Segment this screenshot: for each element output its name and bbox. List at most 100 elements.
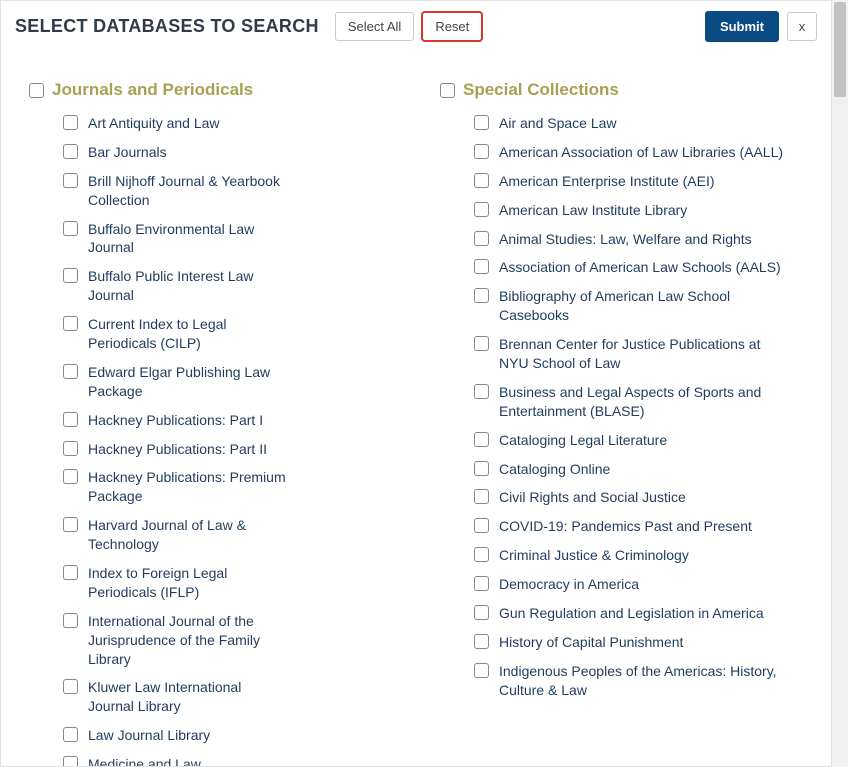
database-checkbox[interactable] bbox=[474, 288, 489, 303]
list-item: History of Capital Punishment bbox=[474, 633, 817, 652]
list-item: Medicine and Law bbox=[63, 755, 406, 767]
list-item: Hackney Publications: Part I bbox=[63, 411, 406, 430]
database-checkbox[interactable] bbox=[63, 115, 78, 130]
database-checkbox[interactable] bbox=[474, 489, 489, 504]
database-checkbox[interactable] bbox=[63, 679, 78, 694]
list-item: Edward Elgar Publishing Law Package bbox=[63, 363, 406, 401]
database-label[interactable]: Air and Space Law bbox=[499, 114, 617, 133]
database-label[interactable]: Democracy in America bbox=[499, 575, 639, 594]
dialog-title: SELECT DATABASES TO SEARCH bbox=[15, 16, 319, 37]
database-checkbox[interactable] bbox=[474, 461, 489, 476]
database-label[interactable]: American Law Institute Library bbox=[499, 201, 687, 220]
database-label[interactable]: Current Index to Legal Periodicals (CILP… bbox=[88, 315, 286, 353]
database-checkbox[interactable] bbox=[474, 384, 489, 399]
column-journals: Journals and Periodicals Art Antiquity a… bbox=[15, 80, 406, 767]
database-label[interactable]: Hackney Publications: Part I bbox=[88, 411, 263, 430]
scrollbar-thumb[interactable] bbox=[834, 2, 846, 97]
database-columns: Journals and Periodicals Art Antiquity a… bbox=[1, 50, 831, 767]
database-checkbox[interactable] bbox=[63, 469, 78, 484]
database-checkbox[interactable] bbox=[63, 613, 78, 628]
database-label[interactable]: Cataloging Legal Literature bbox=[499, 431, 667, 450]
list-item: Association of American Law Schools (AAL… bbox=[474, 258, 817, 277]
database-label[interactable]: Edward Elgar Publishing Law Package bbox=[88, 363, 286, 401]
list-item: Animal Studies: Law, Welfare and Rights bbox=[474, 230, 817, 249]
database-label[interactable]: Brennan Center for Justice Publications … bbox=[499, 335, 787, 373]
database-checkbox[interactable] bbox=[63, 412, 78, 427]
database-label[interactable]: Cataloging Online bbox=[499, 460, 610, 479]
list-item: Art Antiquity and Law bbox=[63, 114, 406, 133]
database-label[interactable]: Brill Nijhoff Journal & Yearbook Collect… bbox=[88, 172, 286, 210]
database-checkbox[interactable] bbox=[474, 202, 489, 217]
list-item: Current Index to Legal Periodicals (CILP… bbox=[63, 315, 406, 353]
list-item: Hackney Publications: Part II bbox=[63, 440, 406, 459]
database-label[interactable]: Criminal Justice & Criminology bbox=[499, 546, 689, 565]
database-checkbox[interactable] bbox=[63, 364, 78, 379]
database-label[interactable]: American Association of Law Libraries (A… bbox=[499, 143, 783, 162]
database-label[interactable]: Indigenous Peoples of the Americas: Hist… bbox=[499, 662, 787, 700]
database-checkbox[interactable] bbox=[63, 268, 78, 283]
database-label[interactable]: American Enterprise Institute (AEI) bbox=[499, 172, 715, 191]
database-label[interactable]: Index to Foreign Legal Periodicals (IFLP… bbox=[88, 564, 286, 602]
database-label[interactable]: Business and Legal Aspects of Sports and… bbox=[499, 383, 787, 421]
database-checkbox[interactable] bbox=[63, 144, 78, 159]
database-label[interactable]: COVID-19: Pandemics Past and Present bbox=[499, 517, 752, 536]
list-item: Harvard Journal of Law & Technology bbox=[63, 516, 406, 554]
database-label[interactable]: Bar Journals bbox=[88, 143, 167, 162]
list-item: Bibliography of American Law School Case… bbox=[474, 287, 817, 325]
database-checkbox[interactable] bbox=[474, 634, 489, 649]
database-checkbox[interactable] bbox=[474, 547, 489, 562]
list-item: Kluwer Law International Journal Library bbox=[63, 678, 406, 716]
database-checkbox[interactable] bbox=[474, 144, 489, 159]
list-item: Cataloging Legal Literature bbox=[474, 431, 817, 450]
close-button[interactable]: x bbox=[787, 12, 817, 41]
database-label[interactable]: Medicine and Law bbox=[88, 755, 201, 767]
database-label[interactable]: Bibliography of American Law School Case… bbox=[499, 287, 787, 325]
database-checkbox[interactable] bbox=[474, 173, 489, 188]
scrollbar-track[interactable] bbox=[832, 0, 848, 767]
database-label[interactable]: Buffalo Environmental Law Journal bbox=[88, 220, 286, 258]
select-all-button[interactable]: Select All bbox=[335, 12, 414, 41]
database-checkbox[interactable] bbox=[474, 605, 489, 620]
group-checkbox-journals[interactable] bbox=[29, 83, 44, 98]
database-checkbox[interactable] bbox=[63, 441, 78, 456]
database-checkbox[interactable] bbox=[63, 316, 78, 331]
database-checkbox[interactable] bbox=[63, 517, 78, 532]
list-item: Brennan Center for Justice Publications … bbox=[474, 335, 817, 373]
database-label[interactable]: Association of American Law Schools (AAL… bbox=[499, 258, 781, 277]
database-checkbox[interactable] bbox=[63, 173, 78, 188]
database-label[interactable]: Law Journal Library bbox=[88, 726, 210, 745]
database-checkbox[interactable] bbox=[474, 576, 489, 591]
database-checkbox[interactable] bbox=[474, 663, 489, 678]
database-checkbox[interactable] bbox=[63, 565, 78, 580]
database-checkbox[interactable] bbox=[474, 259, 489, 274]
database-checkbox[interactable] bbox=[474, 115, 489, 130]
list-item: Democracy in America bbox=[474, 575, 817, 594]
database-label[interactable]: History of Capital Punishment bbox=[499, 633, 683, 652]
database-checkbox[interactable] bbox=[63, 727, 78, 742]
database-checkbox[interactable] bbox=[63, 756, 78, 767]
database-label[interactable]: International Journal of the Jurispruden… bbox=[88, 612, 286, 669]
database-label[interactable]: Kluwer Law International Journal Library bbox=[88, 678, 286, 716]
database-label[interactable]: Animal Studies: Law, Welfare and Rights bbox=[499, 230, 752, 249]
database-checkbox[interactable] bbox=[63, 221, 78, 236]
reset-button[interactable]: Reset bbox=[422, 12, 482, 41]
list-item: Indigenous Peoples of the Americas: Hist… bbox=[474, 662, 817, 700]
database-label[interactable]: Gun Regulation and Legislation in Americ… bbox=[499, 604, 764, 623]
database-label[interactable]: Hackney Publications: Premium Package bbox=[88, 468, 286, 506]
list-item: Civil Rights and Social Justice bbox=[474, 488, 817, 507]
submit-button[interactable]: Submit bbox=[705, 11, 779, 42]
list-item: Index to Foreign Legal Periodicals (IFLP… bbox=[63, 564, 406, 602]
database-checkbox[interactable] bbox=[474, 518, 489, 533]
database-label[interactable]: Art Antiquity and Law bbox=[88, 114, 220, 133]
group-title-special: Special Collections bbox=[463, 80, 619, 100]
column-special: Special Collections Air and Space Law Ame… bbox=[426, 80, 817, 767]
group-checkbox-special[interactable] bbox=[440, 83, 455, 98]
list-item: American Law Institute Library bbox=[474, 201, 817, 220]
database-checkbox[interactable] bbox=[474, 231, 489, 246]
database-label[interactable]: Hackney Publications: Part II bbox=[88, 440, 267, 459]
database-checkbox[interactable] bbox=[474, 432, 489, 447]
database-label[interactable]: Civil Rights and Social Justice bbox=[499, 488, 686, 507]
database-label[interactable]: Buffalo Public Interest Law Journal bbox=[88, 267, 286, 305]
database-checkbox[interactable] bbox=[474, 336, 489, 351]
database-label[interactable]: Harvard Journal of Law & Technology bbox=[88, 516, 286, 554]
